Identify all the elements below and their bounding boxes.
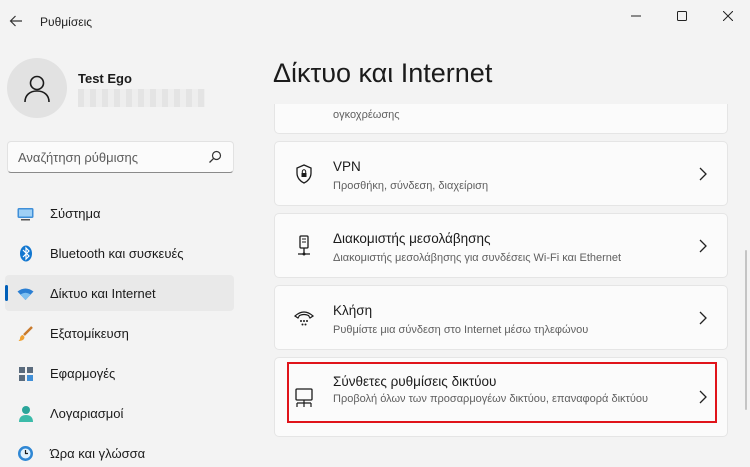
- sidebar-item-label: Bluetooth και συσκευές: [50, 245, 184, 261]
- minimize-icon: [631, 15, 641, 17]
- title-bar: Ρυθμίσεις: [0, 0, 750, 40]
- user-name: Test Ego: [78, 71, 132, 86]
- apps-icon: [17, 365, 34, 382]
- sidebar-item-network[interactable]: Δίκτυο και Internet: [5, 275, 234, 311]
- user-email-redacted: [78, 89, 205, 107]
- card-subtitle: Διακομιστής μεσολάβησης για συνδέσεις Wi…: [333, 252, 622, 264]
- app-title: Ρυθμίσεις: [40, 15, 93, 29]
- settings-card-vpn[interactable]: VPN Προσθήκη, σύνδεση, διαχείριση: [274, 141, 728, 206]
- page-title: Δίκτυο και Internet: [273, 58, 493, 88]
- maximize-icon: [677, 11, 687, 21]
- chevron-right-icon: [699, 239, 707, 253]
- card-subtitle: ογκοχρέωσης: [333, 109, 400, 121]
- sidebar-item-label: Εξατομίκευση: [50, 325, 129, 341]
- wifi-icon: [17, 285, 34, 302]
- chevron-right-icon: [699, 311, 707, 325]
- card-title: VPN: [333, 159, 361, 174]
- card-title: Κλήση: [333, 303, 373, 318]
- avatar[interactable]: [7, 58, 67, 118]
- sidebar-item-label: Λογαριασμοί: [50, 405, 124, 421]
- minimize-button[interactable]: [613, 2, 659, 30]
- sidebar-item-personalization[interactable]: Εξατομίκευση: [5, 315, 234, 351]
- close-button[interactable]: [705, 2, 750, 30]
- sidebar-item-system[interactable]: Σύστημα: [5, 195, 234, 231]
- chevron-right-icon: [699, 167, 707, 181]
- close-icon: [723, 11, 733, 21]
- card-subtitle: Ρυθμίστε μια σύνδεση στο Internet μέσω τ…: [333, 324, 589, 336]
- sidebar-item-label: Εφαρμογές: [50, 365, 116, 381]
- search-icon[interactable]: [208, 150, 222, 164]
- sidebar-item-apps[interactable]: Εφαρμογές: [5, 355, 234, 391]
- settings-card-partial[interactable]: ογκοχρέωσης: [274, 104, 728, 134]
- proxy-icon: [293, 235, 315, 257]
- user-icon: [24, 75, 50, 103]
- sidebar-item-label: Δίκτυο και Internet: [50, 285, 156, 301]
- shield-icon: [293, 163, 315, 185]
- card-title: Διακομιστής μεσολάβησης: [333, 231, 491, 246]
- scrollbar[interactable]: [745, 250, 747, 410]
- dialup-icon: [293, 307, 315, 329]
- highlight-box: [287, 362, 717, 423]
- sidebar-item-bluetooth[interactable]: Bluetooth και συσκευές: [5, 235, 234, 271]
- brush-icon: [17, 325, 34, 342]
- back-button[interactable]: [2, 8, 30, 34]
- monitor-icon: [17, 205, 34, 222]
- back-arrow-icon: [9, 15, 22, 27]
- search-input[interactable]: [7, 141, 234, 173]
- person-icon: [17, 405, 34, 422]
- sidebar-item-label: Ώρα και γλώσσα: [50, 445, 146, 461]
- settings-card-proxy[interactable]: Διακομιστής μεσολάβησης Διακομιστής μεσο…: [274, 213, 728, 278]
- maximize-button[interactable]: [659, 2, 705, 30]
- bluetooth-icon: [17, 245, 34, 262]
- sidebar-item-label: Σύστημα: [50, 205, 101, 221]
- active-indicator: [5, 285, 8, 301]
- clock-globe-icon: [17, 445, 34, 462]
- sidebar-item-time-language[interactable]: Ώρα και γλώσσα: [5, 435, 234, 467]
- settings-card-dialup[interactable]: Κλήση Ρυθμίστε μια σύνδεση στο Internet …: [274, 285, 728, 350]
- sidebar-item-accounts[interactable]: Λογαριασμοί: [5, 395, 234, 431]
- card-subtitle: Προσθήκη, σύνδεση, διαχείριση: [333, 180, 489, 192]
